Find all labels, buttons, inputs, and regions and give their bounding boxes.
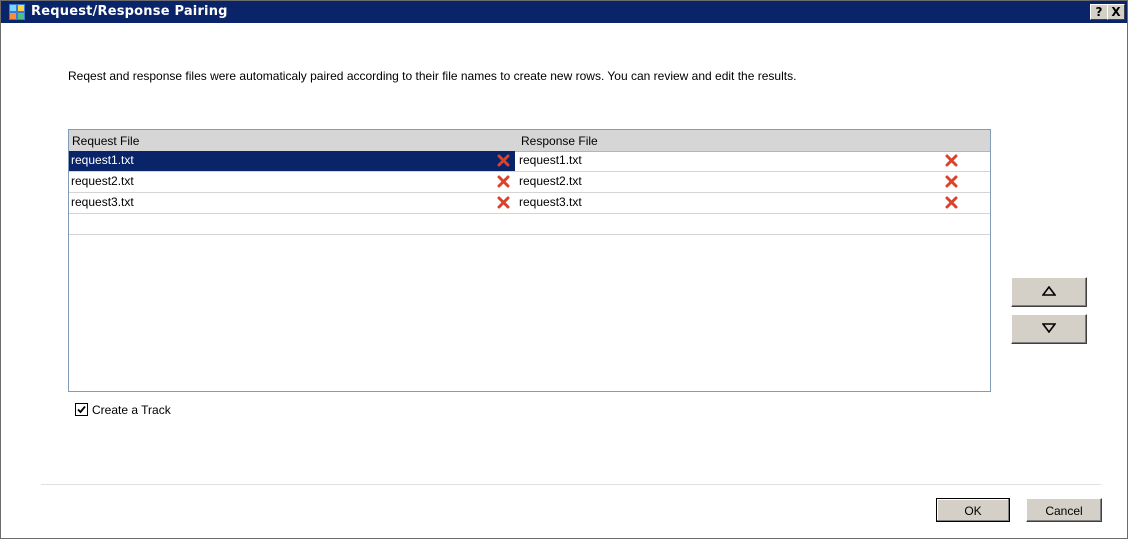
move-up-button[interactable]	[1011, 277, 1087, 307]
request-cell[interactable]: request1.txt	[69, 151, 515, 171]
footer-divider	[41, 484, 1101, 485]
response-cell[interactable]: request2.txt	[517, 172, 989, 192]
request-cell[interactable]: request2.txt	[69, 172, 515, 192]
empty-new-row[interactable]	[69, 214, 990, 235]
table-header: Request File Response File	[69, 130, 990, 152]
move-up-icon	[1042, 286, 1056, 296]
window-title: Request/Response Pairing	[31, 4, 228, 19]
remove-response-icon[interactable]	[945, 175, 958, 188]
move-down-icon	[1042, 323, 1056, 333]
checkmark-icon	[77, 405, 86, 414]
create-track-checkbox[interactable]	[75, 403, 88, 416]
remove-request-icon[interactable]	[497, 196, 510, 209]
request-cell[interactable]: request3.txt	[69, 193, 515, 213]
remove-request-icon[interactable]	[497, 175, 510, 188]
help-button[interactable]: ?	[1090, 4, 1108, 20]
response-cell[interactable]: request1.txt	[517, 151, 989, 171]
close-button[interactable]: X	[1107, 4, 1125, 20]
remove-response-icon[interactable]	[945, 196, 958, 209]
move-down-button[interactable]	[1011, 314, 1087, 344]
remove-response-icon[interactable]	[945, 154, 958, 167]
table-row[interactable]: request1.txt request1.txt	[69, 151, 990, 172]
description-text: Reqest and response files were automatic…	[68, 69, 797, 83]
column-header-request[interactable]: Request File	[72, 134, 139, 148]
response-cell[interactable]: request3.txt	[517, 193, 989, 213]
create-track-label[interactable]: Create a Track	[92, 403, 171, 417]
app-icon	[9, 4, 25, 20]
ok-button[interactable]: OK	[936, 498, 1010, 522]
dialog-window: Request/Response Pairing ? X Reqest and …	[0, 0, 1128, 539]
table-row[interactable]: request3.txt request3.txt	[69, 193, 990, 214]
pairing-table[interactable]: Request File Response File request1.txt …	[68, 129, 991, 392]
remove-request-icon[interactable]	[497, 154, 510, 167]
column-header-response[interactable]: Response File	[521, 134, 598, 148]
title-bar[interactable]: Request/Response Pairing ? X	[1, 1, 1127, 23]
cancel-button[interactable]: Cancel	[1026, 498, 1102, 522]
table-row[interactable]: request2.txt request2.txt	[69, 172, 990, 193]
